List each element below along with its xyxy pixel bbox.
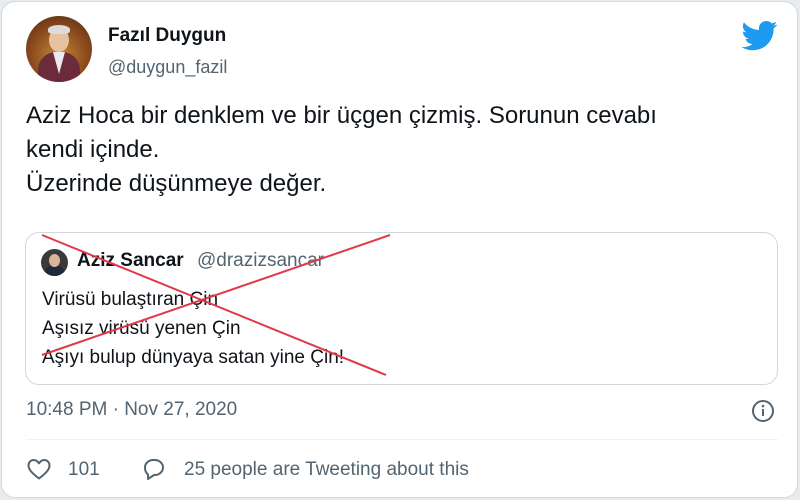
- speech-bubble-icon[interactable]: [141, 457, 167, 481]
- info-icon[interactable]: [751, 399, 775, 423]
- divider: [26, 439, 778, 440]
- quoted-avatar-suit-shape: [44, 266, 65, 276]
- quoted-text-line: Aşısız virüsü yenen Çin: [42, 318, 241, 339]
- tweet-text-line: Aziz Hoca bir denklem ve bir üçgen çizmi…: [26, 102, 657, 129]
- tweet-text-line: Üzerinde düşünmeye değer.: [26, 170, 327, 197]
- tweet-timestamp[interactable]: 10:48 PM · Nov 27, 2020: [26, 399, 237, 421]
- tweet-text-line: kendi içinde.: [26, 136, 160, 163]
- quoted-author-name: Aziz Sancar: [77, 250, 184, 271]
- quoted-text-line: Aşıyı bulup dünyaya satan yine Çin!: [42, 347, 345, 368]
- heart-icon[interactable]: [26, 457, 52, 481]
- author-handle[interactable]: @duygun_fazil: [108, 57, 227, 78]
- avatar-hair-shape: [48, 25, 70, 34]
- tweet-text: Aziz Hoca bir denklem ve bir üçgen çizmi…: [26, 99, 786, 201]
- tweeting-about-link[interactable]: 25 people are Tweeting about this: [184, 459, 469, 481]
- quoted-tweet[interactable]: Aziz Sancar @drazizsancar Virüsü bulaştı…: [25, 232, 778, 385]
- quoted-author-avatar[interactable]: [41, 249, 68, 276]
- quoted-tweet-text: Virüsü bulaştıran Çin Aşısız virüsü yene…: [42, 285, 344, 372]
- quoted-author-handle: @drazizsancar: [197, 250, 324, 271]
- quoted-text-line: Virüsü bulaştıran Çin: [42, 289, 219, 310]
- like-count[interactable]: 101: [68, 459, 100, 481]
- author-name[interactable]: Fazıl Duygun: [108, 25, 226, 47]
- quoted-avatar-face-shape: [49, 254, 60, 267]
- tweet-card: Fazıl Duygun @duygun_fazil Aziz Hoca bir…: [1, 1, 798, 498]
- twitter-bird-icon[interactable]: [742, 21, 778, 51]
- author-avatar[interactable]: [26, 16, 92, 82]
